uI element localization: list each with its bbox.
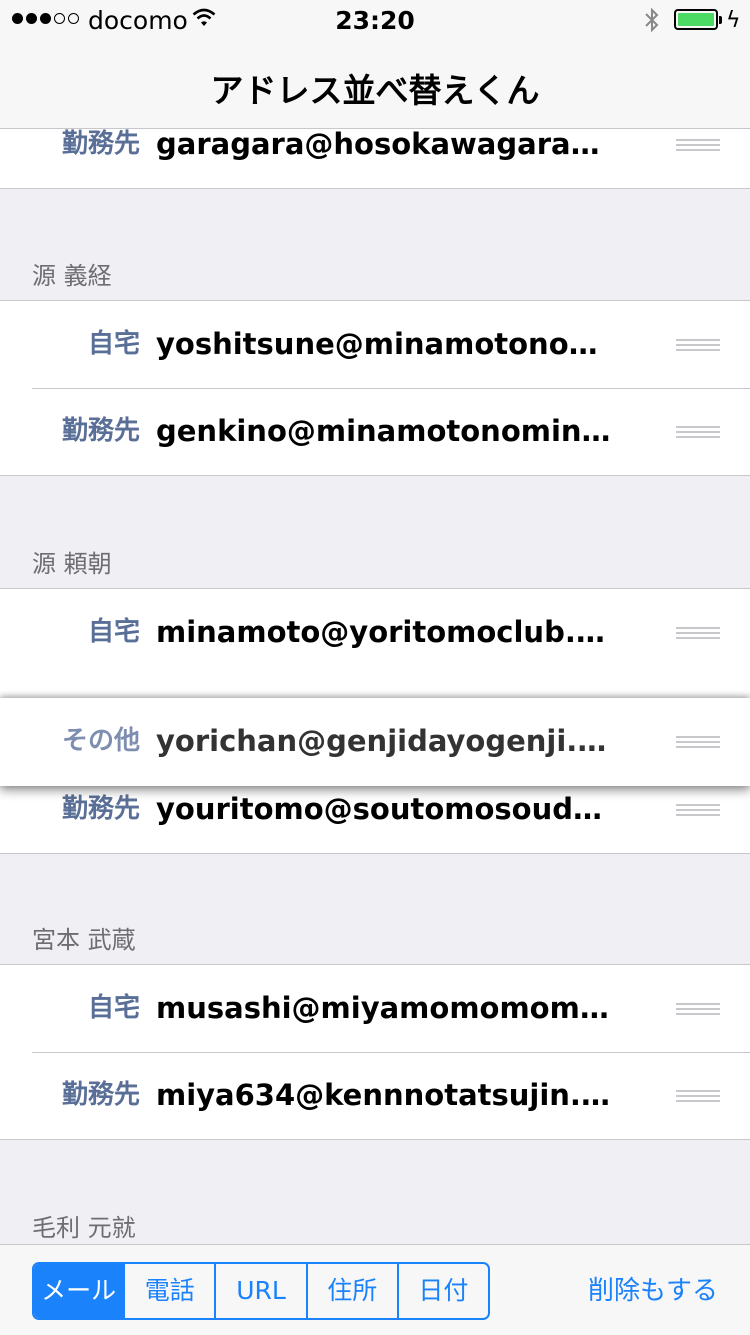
- reorder-handle-icon[interactable]: [676, 339, 720, 353]
- address-group: 自宅 musashi@miyamomomomo.com 勤務先 miya634@…: [0, 964, 750, 1140]
- address-value: musashi@miyamomomomo.com: [156, 991, 616, 1025]
- type-segmented-control: メール 電話 URL 住所 日付: [32, 1262, 490, 1320]
- segment-mail[interactable]: メール: [34, 1264, 124, 1318]
- charging-icon: ϟ: [726, 8, 741, 33]
- address-type-label: 勤務先: [61, 1080, 140, 1110]
- address-row[interactable]: 自宅 musashi@miyamomomomo.com: [0, 965, 750, 1052]
- clock: 23:20: [335, 6, 415, 35]
- navigation-bar: docomo 23:20 ϟ アドレス並べ替えくん: [0, 0, 750, 129]
- bluetooth-icon: [645, 7, 659, 33]
- reorder-handle-icon[interactable]: [676, 426, 720, 440]
- section-header: 源 義経: [32, 262, 112, 290]
- segment-phone[interactable]: 電話: [123, 1264, 214, 1318]
- address-value: miya634@kennnotatsujin.com: [156, 1078, 616, 1112]
- address-row[interactable]: 自宅 minamoto@yoritomoclub.com: [0, 589, 750, 676]
- dragging-address-row[interactable]: その他 yorichan@genjidayogenji.com: [0, 698, 750, 786]
- section-header: 源 頼朝: [32, 550, 112, 578]
- segment-url[interactable]: URL: [214, 1264, 305, 1318]
- address-type-label: その他: [61, 726, 140, 756]
- page-title: アドレス並べ替えくん: [210, 71, 540, 110]
- status-bar: docomo 23:20 ϟ: [0, 0, 750, 40]
- address-row[interactable]: 勤務先 genkino@minamotonominamot...: [0, 388, 750, 475]
- battery-icon: [674, 9, 722, 30]
- address-value: genkino@minamotonominamot...: [156, 414, 616, 448]
- reorder-handle-icon[interactable]: [676, 1003, 720, 1017]
- section-header: 毛利 元就: [32, 1214, 136, 1242]
- delete-toggle-button[interactable]: 削除もする: [588, 1262, 718, 1320]
- section-header: 宮本 武蔵: [32, 926, 136, 954]
- address-value: minamoto@yoritomoclub.com: [156, 615, 616, 649]
- address-type-label: 自宅: [87, 617, 140, 647]
- reorder-handle-icon[interactable]: [676, 1090, 720, 1104]
- segment-date[interactable]: 日付: [396, 1264, 488, 1318]
- bottom-toolbar: メール 電話 URL 住所 日付 削除もする: [0, 1244, 750, 1335]
- address-type-label: 自宅: [87, 329, 140, 359]
- reorder-handle-icon[interactable]: [676, 804, 720, 818]
- reorder-handle-icon[interactable]: [676, 139, 720, 153]
- address-value: yoshitsune@minamotonomina...: [156, 327, 616, 361]
- address-row[interactable]: 勤務先 miya634@kennnotatsujin.com: [0, 1052, 750, 1139]
- address-row[interactable]: 自宅 yoshitsune@minamotonomina...: [0, 301, 750, 388]
- reorder-handle-icon[interactable]: [676, 627, 720, 641]
- address-type-label: 勤務先: [61, 416, 140, 446]
- address-type-label: 自宅: [87, 993, 140, 1023]
- reorder-handle-icon[interactable]: [676, 736, 720, 750]
- address-value: yorichan@genjidayogenji.com: [156, 724, 616, 758]
- segment-address[interactable]: 住所: [305, 1264, 397, 1318]
- address-group: 自宅 yoshitsune@minamotonomina... 勤務先 genk…: [0, 300, 750, 476]
